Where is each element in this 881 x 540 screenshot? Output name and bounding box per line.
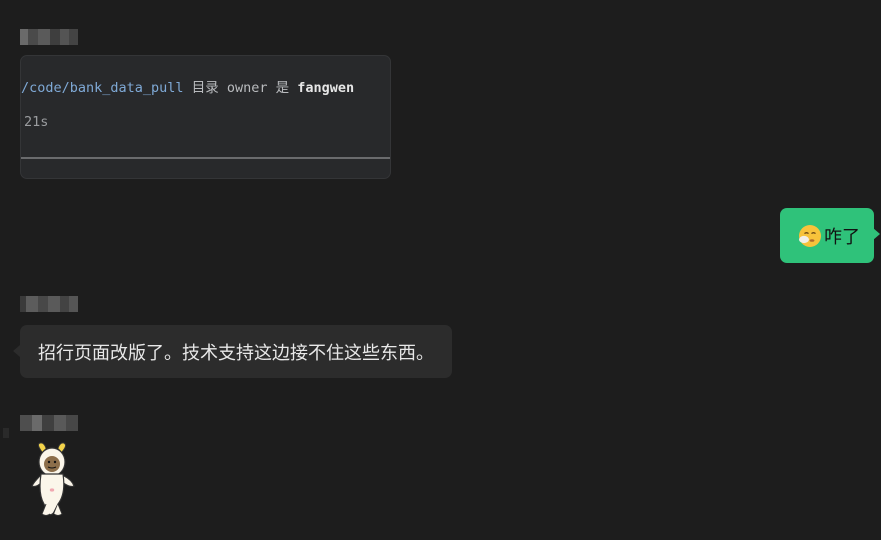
sender-name-blurred — [20, 415, 78, 431]
incoming-message-bubble[interactable]: 招行页面改版了。技术支持这边接不住这些东西。 — [13, 325, 452, 378]
code-owner: fangwen — [297, 80, 355, 96]
code-line: /code/bank_data_pull 目录 owner 是 fangwen — [21, 76, 354, 96]
code-duration: 21s — [24, 114, 49, 130]
outgoing-message-bubble[interactable]: 咋了 — [780, 208, 880, 263]
code-path: /code/bank_data_pull — [21, 80, 184, 96]
avatar-edge — [3, 428, 9, 438]
code-block-message[interactable]: /code/bank_data_pull 目录 owner 是 fangwen … — [20, 55, 391, 179]
outgoing-message-text: 咋了 — [824, 226, 860, 248]
sender-name-blurred — [20, 29, 78, 45]
code-text: 目录 owner 是 — [183, 80, 298, 96]
chat-window: /code/bank_data_pull 目录 owner 是 fangwen … — [0, 0, 881, 540]
face-with-hand-over-mouth-icon — [798, 224, 822, 248]
cartoon-character-sticker-icon — [31, 442, 75, 516]
sticker-message[interactable] — [28, 442, 78, 518]
incoming-message-text: 招行页面改版了。技术支持这边接不住这些东西。 — [38, 342, 434, 364]
code-divider — [21, 157, 390, 159]
sender-name-blurred — [20, 296, 78, 312]
